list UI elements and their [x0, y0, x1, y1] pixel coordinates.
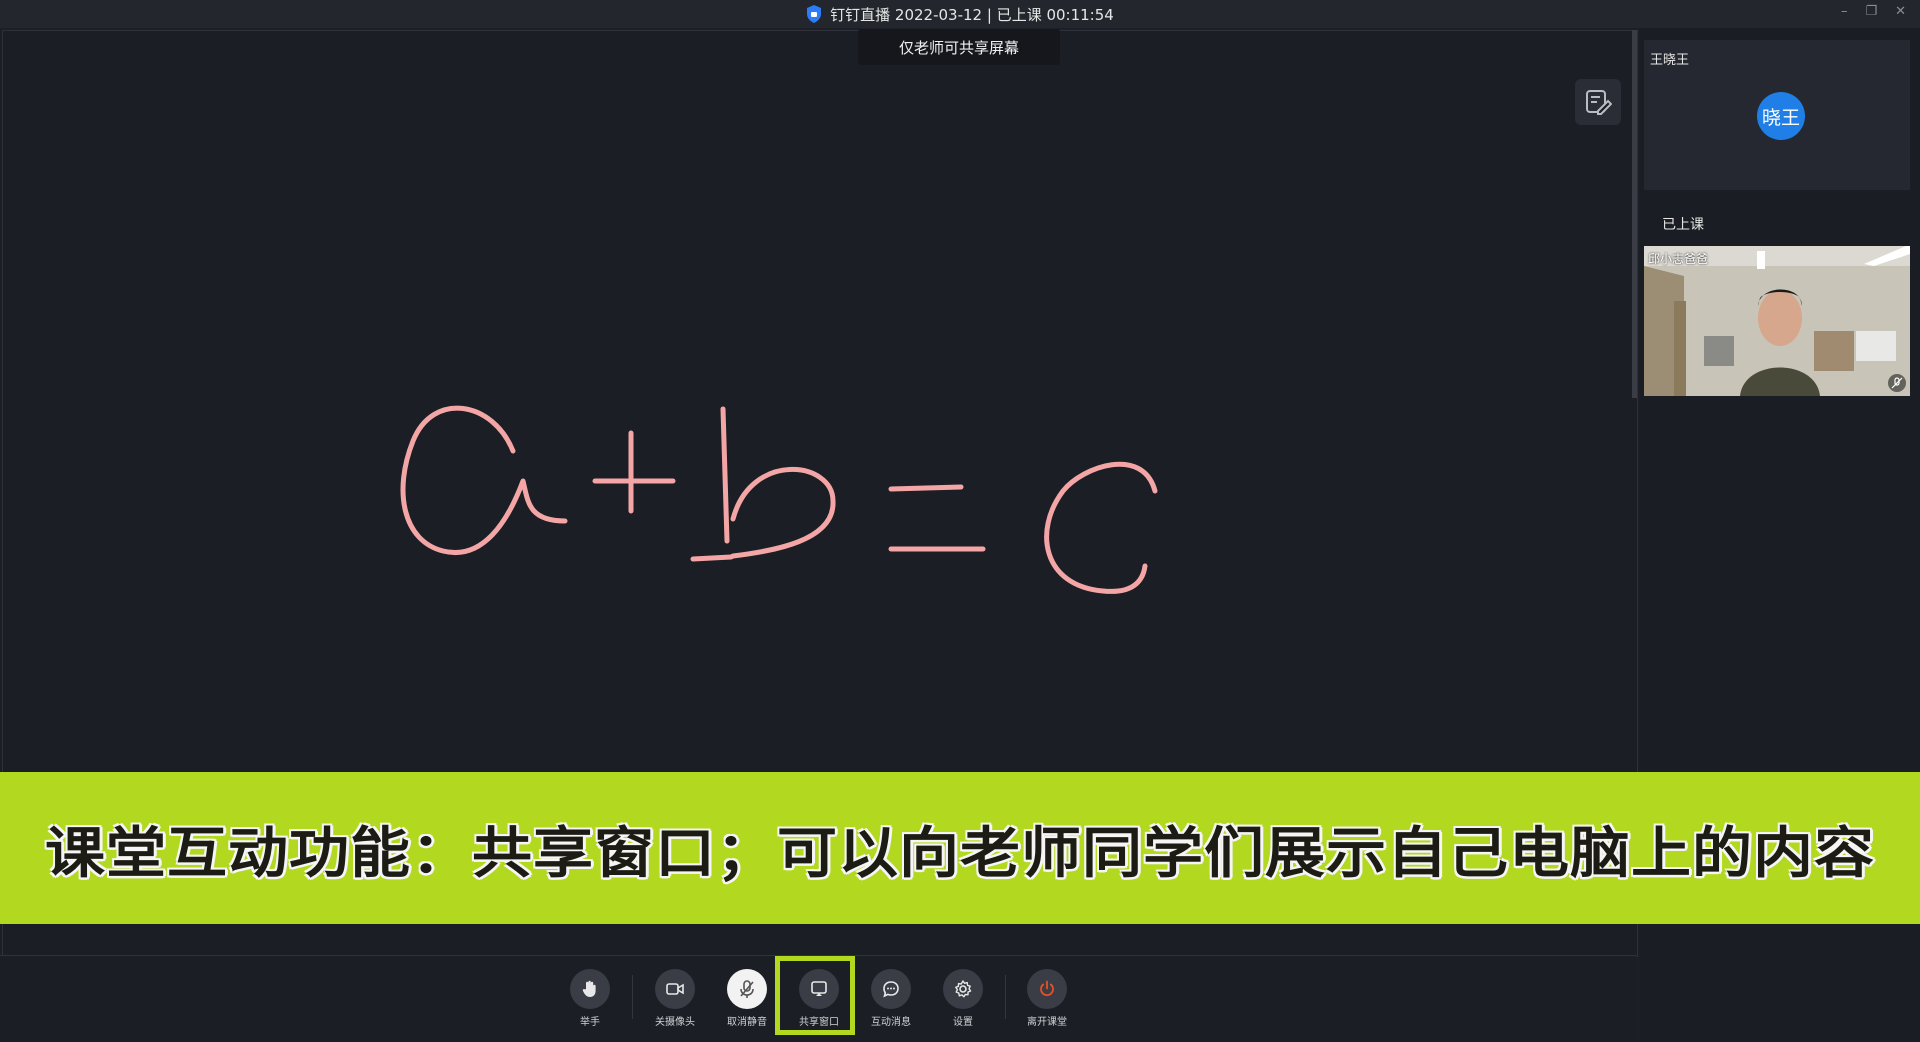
- mic-off-badge: [1888, 374, 1906, 392]
- gear-icon: [955, 980, 972, 998]
- hand-icon: [582, 980, 596, 997]
- leave-class-button[interactable]: 离开课堂: [1017, 969, 1077, 1028]
- caption-text: 课堂互动功能：共享窗口；可以向老师同学们展示自己电脑上的内容: [45, 820, 1875, 886]
- annotate-button[interactable]: [1575, 79, 1621, 125]
- toolbar-separator: [1005, 975, 1006, 1019]
- annotate-icon: [1586, 90, 1612, 115]
- chat-icon: [883, 981, 899, 998]
- shield-icon: [807, 5, 822, 23]
- restore-button[interactable]: ❐: [1865, 4, 1877, 19]
- settings-button[interactable]: 设置: [933, 969, 993, 1028]
- host-name: 王晓王: [1650, 53, 1690, 68]
- student-video-tile[interactable]: 邱小志爸爸: [1644, 246, 1910, 396]
- close-button[interactable]: ✕: [1895, 4, 1906, 19]
- leave-class-label: 离开课堂: [1027, 1017, 1067, 1028]
- whiteboard-ink: [400, 405, 1158, 594]
- settings-label: 设置: [953, 1017, 973, 1028]
- camera-icon: [666, 983, 684, 995]
- mic-off-icon: [1891, 377, 1903, 389]
- window-title-group: 钉钉直播 2022-03-12 | 已上课 00:11:54: [806, 4, 1114, 25]
- camera-off-button[interactable]: 关摄像头: [645, 969, 705, 1028]
- interactive-messages-label: 互动消息: [871, 1017, 911, 1028]
- video-feed: [1644, 246, 1910, 396]
- host-tile[interactable]: 王晓王 晓王: [1644, 40, 1910, 190]
- title-bar: 钉钉直播 2022-03-12 | 已上课 00:11:54 – ❐ ✕: [0, 0, 1920, 28]
- window-controls: – ❐ ✕: [1841, 4, 1906, 19]
- share-window-highlight: [775, 956, 855, 1035]
- raise-hand-label: 举手: [580, 1017, 600, 1028]
- avatar: 晓王: [1757, 92, 1805, 140]
- toolbar-separator: [632, 975, 633, 1019]
- section-label: 已上课: [1662, 217, 1704, 233]
- video-participant-name: 邱小志爸爸: [1648, 252, 1709, 266]
- unmute-button[interactable]: 取消静音: [717, 969, 777, 1028]
- mic-off-icon: [740, 980, 754, 998]
- stage-scroll-strip: [1632, 30, 1637, 398]
- raise-hand-button[interactable]: 举手: [560, 969, 620, 1028]
- camera-off-label: 关摄像头: [655, 1017, 695, 1028]
- unmute-label: 取消静音: [727, 1017, 767, 1028]
- minimize-button[interactable]: –: [1841, 4, 1848, 19]
- share-restriction-tooltip: 仅老师可共享屏幕: [858, 29, 1060, 65]
- interactive-messages-button[interactable]: 互动消息: [861, 969, 921, 1028]
- feature-caption-banner: 课堂互动功能：共享窗口；可以向老师同学们展示自己电脑上的内容: [0, 772, 1920, 924]
- power-icon: [1040, 980, 1054, 996]
- window-title: 钉钉直播 2022-03-12 | 已上课 00:11:54: [830, 5, 1114, 24]
